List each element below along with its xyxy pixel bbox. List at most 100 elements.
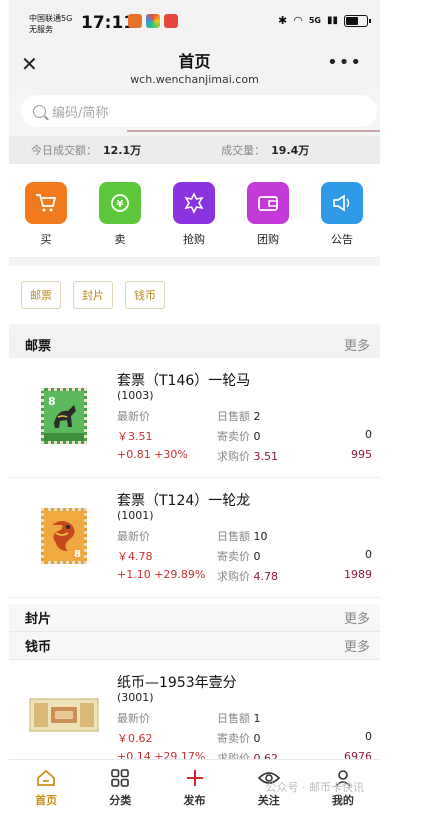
plus-icon: [157, 768, 231, 788]
sell-price-label: 寄卖价 0: [217, 730, 261, 746]
page-title: 首页: [178, 52, 211, 71]
more-menu-icon[interactable]: •••: [327, 52, 362, 73]
tab-label: 发布: [183, 794, 206, 807]
tab-home[interactable]: 首页: [9, 760, 83, 819]
banknote-image: [29, 698, 99, 732]
volume-stat: 成交量： 19.4万: [221, 142, 309, 158]
sell-price-label-text: 寄卖价: [217, 550, 250, 563]
nav-header: ✕ 首页 wch.wenchanjimai.com •••: [9, 42, 380, 90]
stamp-horse-image: 8: [41, 388, 87, 444]
chip-stamps[interactable]: 邮票: [21, 281, 61, 309]
price-change: +0.81 +30%: [117, 448, 188, 461]
latest-price-label: 最新价: [117, 712, 150, 725]
section-header-covers: 封片 更多: [9, 604, 380, 632]
daily-volume-label: 日售额 1: [217, 710, 261, 726]
action-label: 买: [40, 233, 52, 246]
turnover-stat: 今日成交额： 12.1万: [31, 142, 141, 158]
sell-price-value: 0: [253, 550, 261, 563]
daily-volume-label: 日售额 10: [217, 528, 268, 544]
sell-price-label-text: 寄卖价: [217, 430, 250, 443]
action-group-buy[interactable]: 团购: [231, 182, 305, 257]
signal-icon: ▮▮: [326, 15, 338, 26]
action-label: 团购: [257, 233, 279, 246]
section-header-stamps: 邮票 更多: [9, 330, 380, 358]
svg-text:¥: ¥: [117, 199, 124, 210]
stamp-dragon-image: 8: [41, 508, 87, 564]
daily-volume-label-text: 日售额: [217, 530, 250, 543]
daily-volume-label-text: 日售额: [217, 410, 250, 423]
buy-price-value: 3.51: [253, 450, 279, 463]
action-label: 抢购: [183, 233, 205, 246]
home-icon: [9, 768, 83, 788]
search-input[interactable]: 编码/简称: [21, 95, 377, 127]
battery-icon: [344, 14, 371, 27]
product-card[interactable]: 8 套票（T146）一轮马 (1003) 最新价 日售额 2 ￥3.51 寄卖价…: [9, 358, 380, 478]
sell-price-label: 寄卖价 0: [217, 428, 261, 444]
sell-count: 0: [365, 730, 372, 743]
volume-label: 成交量：: [221, 144, 266, 157]
page-url: wch.wenchanjimai.com: [130, 73, 259, 86]
chip-covers[interactable]: 封片: [73, 281, 113, 309]
bluetooth-icon: ✱: [278, 14, 288, 27]
section-header-coins: 钱币 更多: [9, 632, 380, 660]
speaker-icon: [321, 182, 363, 224]
battery-level: [346, 16, 358, 25]
notification-icons: [128, 14, 178, 28]
tab-categories[interactable]: 分类: [83, 760, 157, 819]
price-change: +1.10 +29.89%: [117, 568, 206, 581]
turnover-value: 12.1万: [103, 144, 142, 157]
quick-actions: 买 ¥ 卖 抢购 团购 公告: [9, 164, 380, 258]
close-icon[interactable]: ✕: [21, 52, 38, 76]
product-code: (1001): [117, 509, 154, 522]
buy-count: 995: [351, 448, 372, 461]
sell-count: 0: [365, 548, 372, 561]
grid-icon: [83, 768, 157, 788]
sell-price-label-text: 寄卖价: [217, 732, 250, 745]
buy-count: 1989: [344, 568, 372, 581]
svg-text:8: 8: [48, 395, 56, 408]
network-type: 5G: [308, 16, 321, 25]
tab-publish[interactable]: 发布: [157, 760, 231, 819]
buy-price-value: 4.78: [253, 570, 279, 583]
more-link[interactable]: 更多: [344, 636, 370, 655]
latest-price: ￥4.78: [117, 550, 153, 563]
burst-icon: [173, 182, 215, 224]
chip-coins[interactable]: 钱币: [125, 281, 165, 309]
latest-price: ￥0.62: [117, 732, 153, 745]
buy-price-label: 求购价 4.78: [217, 568, 278, 584]
action-label: 公告: [331, 233, 353, 246]
category-chips: 邮票 封片 钱币: [9, 266, 380, 324]
app-screen: 中国联通5G 无服务 17:11 ✱ ◠ 5G ▮▮ ✕ 首页 wch.wenc…: [9, 0, 380, 819]
wallet-icon: [247, 182, 289, 224]
sell-price-value: 0: [253, 732, 261, 745]
more-link[interactable]: 更多: [344, 608, 370, 627]
action-label: 卖: [114, 233, 126, 246]
sell-count: 0: [365, 428, 372, 441]
carrier-name: 中国联通5G: [29, 14, 73, 23]
action-announcement[interactable]: 公告: [305, 182, 379, 257]
volume-value: 19.4万: [271, 144, 310, 157]
action-buy[interactable]: 买: [9, 182, 83, 257]
turnover-label: 今日成交额：: [31, 144, 97, 157]
sell-price-value: 0: [253, 430, 261, 443]
search-icon: [33, 104, 46, 118]
watermark: 公众号 · 邮币卡快讯: [265, 781, 365, 794]
carrier-info: 中国联通5G 无服务: [29, 13, 72, 35]
search-placeholder: 编码/简称: [52, 105, 109, 121]
action-flash-sale[interactable]: 抢购: [157, 182, 231, 257]
carrier-status: 无服务: [29, 25, 53, 34]
daily-volume-label-text: 日售额: [217, 712, 250, 725]
section-title: 邮票: [25, 338, 52, 354]
product-card[interactable]: 8 套票（T124）一轮龙 (1001) 最新价 日售额 10 ￥4.78 寄卖…: [9, 478, 380, 598]
product-name: 套票（T146）一轮马: [117, 373, 251, 389]
section-title: 封片: [25, 612, 52, 627]
more-link[interactable]: 更多: [344, 335, 370, 354]
action-sell[interactable]: ¥ 卖: [83, 182, 157, 257]
tab-label: 首页: [35, 794, 58, 807]
coin-icon: ¥: [99, 182, 141, 224]
bottom-tab-bar: 首页 分类 发布 关注 我的 公众号 · 邮币卡快讯: [9, 759, 380, 819]
daily-volume-value: 10: [253, 530, 268, 543]
daily-volume-value: 2: [253, 410, 261, 423]
latest-price-label: 最新价: [117, 530, 150, 543]
cart-icon: [25, 182, 67, 224]
